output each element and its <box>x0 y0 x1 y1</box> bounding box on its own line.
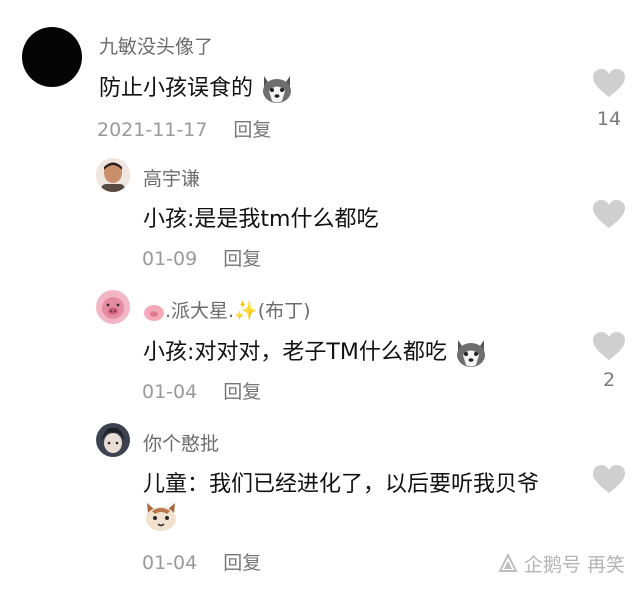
husky-dog-emoji-icon <box>456 340 485 367</box>
comment-text: 小孩:是是我tm什么都吃 <box>143 207 379 232</box>
watermark-text: 企鹅号 再笑 <box>523 554 625 576</box>
username[interactable]: .派大星.✨(布丁) <box>143 296 311 323</box>
reply-button[interactable]: 回复 <box>233 119 271 141</box>
heart-icon[interactable] <box>592 464 626 494</box>
penguin-logo-icon <box>498 553 518 572</box>
comment-meta: 2021-11-17 回复 <box>97 115 271 142</box>
heart-icon[interactable] <box>592 199 626 229</box>
avatar[interactable] <box>96 290 130 324</box>
like-count: 2 <box>602 369 616 391</box>
pig-avatar-icon <box>96 290 130 324</box>
comment-date: 01-04 <box>142 381 198 403</box>
avatar[interactable] <box>22 27 82 87</box>
comment-date: 01-04 <box>142 552 198 574</box>
comment-text: 防止小孩误食的 <box>99 70 294 105</box>
heart-icon[interactable] <box>592 68 626 98</box>
comment-date: 01-09 <box>142 248 198 270</box>
comment-text: 小孩:对对对，老子TM什么都吃 <box>143 334 488 369</box>
comment-date: 2021-11-17 <box>97 119 208 141</box>
comment-meta: 01-04 回复 <box>142 548 261 575</box>
heart-icon[interactable] <box>592 331 626 361</box>
comment-text-content: 防止小孩误食的 <box>99 76 254 101</box>
avatar[interactable] <box>96 423 130 457</box>
username[interactable]: 九敏没头像了 <box>99 32 213 59</box>
avatar[interactable] <box>96 158 130 192</box>
pig-face-emoji-icon <box>144 304 164 321</box>
username[interactable]: 高宇谦 <box>143 164 200 191</box>
husky-dog-emoji-icon <box>263 76 292 103</box>
like-count: 14 <box>596 108 622 130</box>
username-text: .派大星.✨(布丁) <box>165 300 311 322</box>
comment-meta: 01-09 回复 <box>142 244 261 271</box>
reply-button[interactable]: 回复 <box>223 552 261 574</box>
comment-text-content: 小孩:对对对，老子TM什么都吃 <box>143 340 447 365</box>
cat-emoji-icon <box>146 503 176 531</box>
username[interactable]: 你个憨批 <box>143 429 219 456</box>
comment-meta: 01-04 回复 <box>142 377 261 404</box>
watermark: 企鹅号 再笑 <box>498 550 625 577</box>
reply-button[interactable]: 回复 <box>223 381 261 403</box>
reply-button[interactable]: 回复 <box>223 248 261 270</box>
anime-avatar-icon <box>96 423 130 457</box>
comment-text: 儿童：我们已经进化了，以后要听我贝爷 <box>143 472 540 497</box>
person-avatar-icon <box>96 158 130 192</box>
